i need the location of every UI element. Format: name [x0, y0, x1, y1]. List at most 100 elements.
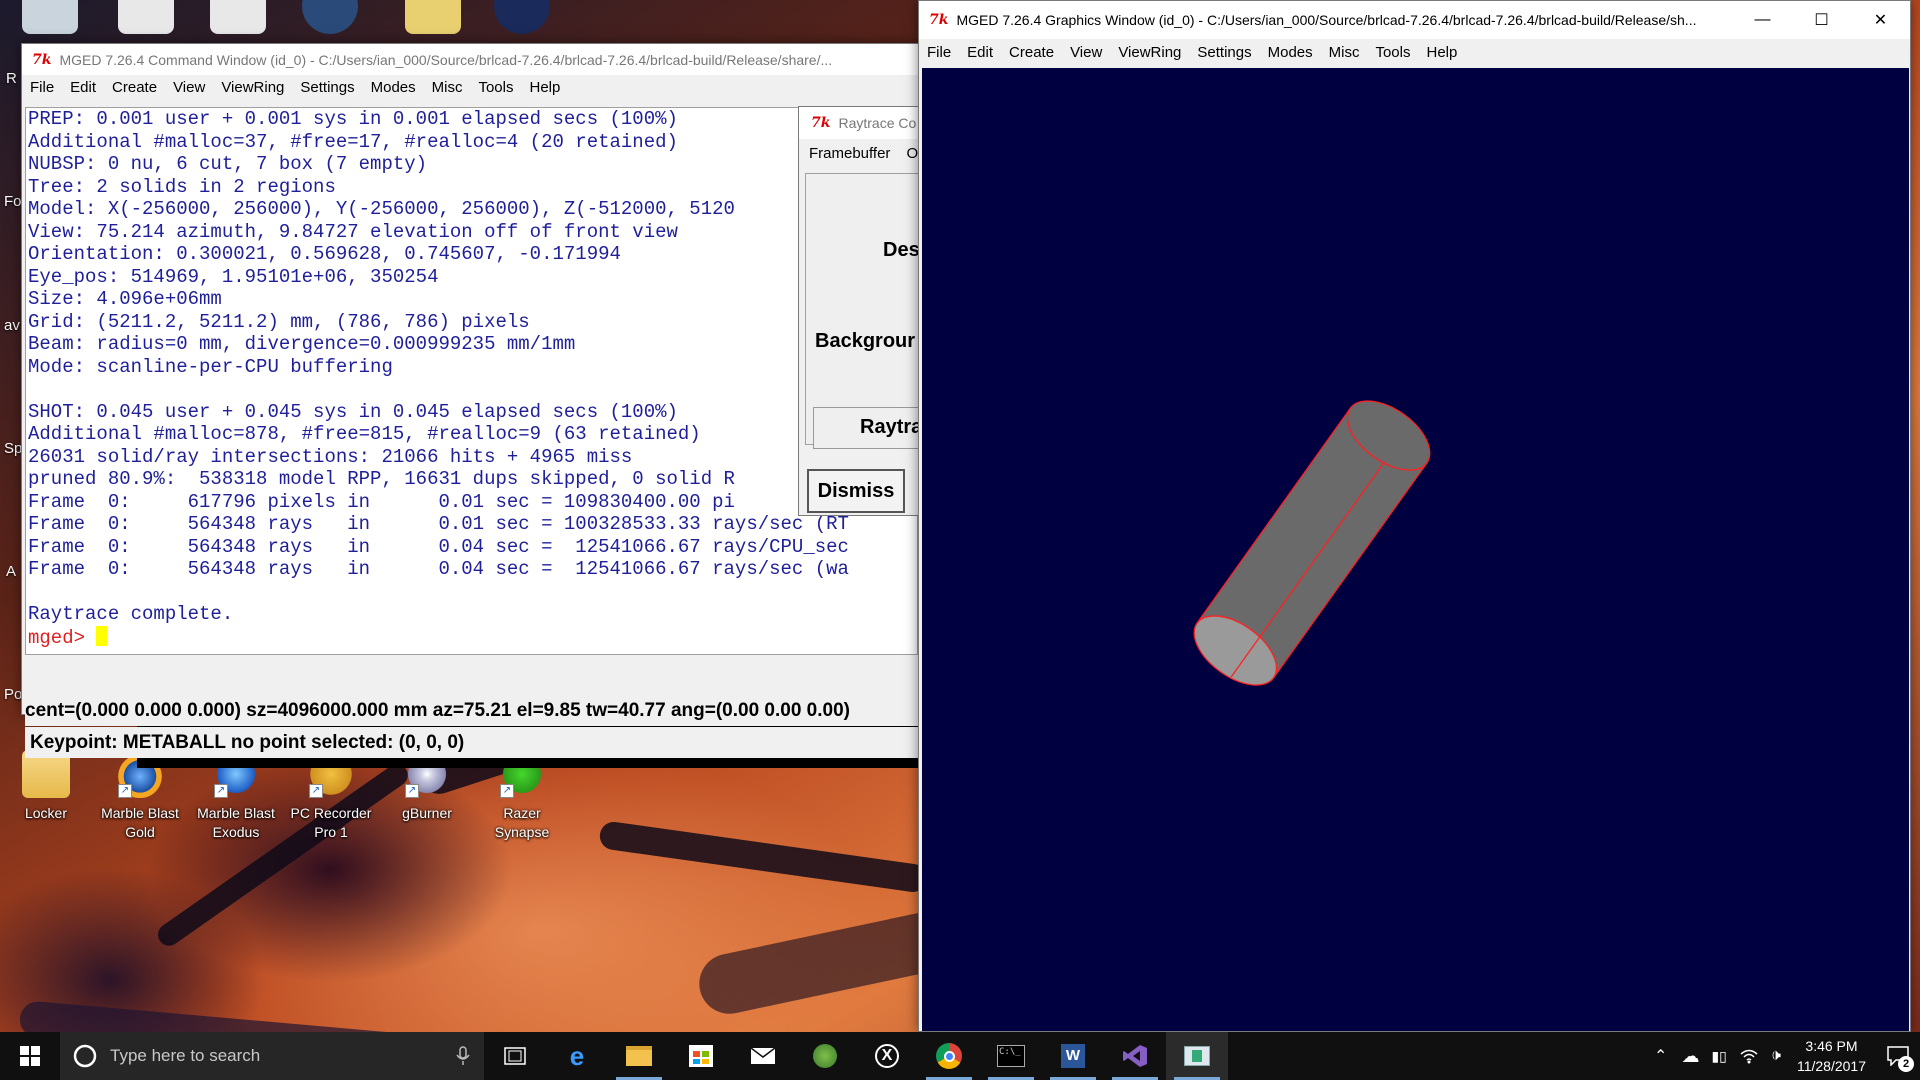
maximize-button[interactable]: ☐ — [1792, 1, 1851, 39]
taskbar-app-file-explorer[interactable] — [608, 1032, 670, 1080]
taskbar-app-xbox[interactable]: X — [856, 1032, 918, 1080]
menu-modes[interactable]: Modes — [363, 79, 424, 96]
console-line: Frame 0: 617796 pixels in 0.01 sec = 109… — [28, 490, 735, 513]
start-button[interactable] — [0, 1032, 60, 1080]
volume-icon[interactable]: 🕩 — [1765, 1047, 1787, 1065]
menu-create[interactable]: Create — [104, 79, 165, 96]
command-console[interactable]: PREP: 0.001 user + 0.001 sys in 0.001 el… — [25, 107, 918, 655]
partial-icon-label: Po — [4, 686, 23, 703]
text-cursor — [96, 625, 108, 646]
media-player-icon[interactable] — [494, 0, 550, 34]
menu-modes[interactable]: Modes — [1260, 44, 1321, 61]
menu-help[interactable]: Help — [1419, 44, 1466, 61]
app-shortcut-icon[interactable] — [118, 0, 174, 34]
close-button[interactable]: ✕ — [1851, 1, 1910, 39]
raytrace-control-dialog[interactable]: 7k Raytrace Co Framebuffer O Des Backgro… — [798, 106, 918, 516]
taskbar-search-box[interactable]: Type here to search — [60, 1032, 484, 1080]
mged-command-window[interactable]: 7k MGED 7.26.4 Command Window (id_0) - C… — [21, 43, 919, 758]
menu-tools[interactable]: Tools — [1367, 44, 1418, 61]
taskbar-app-tree[interactable] — [794, 1032, 856, 1080]
recycle-bin-icon[interactable] — [22, 0, 78, 34]
notes-icon[interactable] — [405, 0, 461, 34]
menu-view[interactable]: View — [1062, 44, 1110, 61]
command-window-title: MGED 7.26.4 Command Window (id_0) - C:/U… — [59, 51, 833, 68]
menu-viewring[interactable]: ViewRing — [1110, 44, 1189, 61]
onedrive-cloud-icon[interactable]: ☁ — [1675, 1046, 1705, 1067]
wifi-icon[interactable] — [1739, 1048, 1759, 1064]
clock-date: 11/28/2017 — [1796, 1058, 1866, 1074]
file-explorer-icon — [626, 1046, 652, 1066]
graphics-viewport[interactable] — [922, 68, 1909, 1031]
taskbar-app-mail[interactable] — [732, 1032, 794, 1080]
tk-logo-icon: 7k — [32, 51, 52, 68]
cortana-icon — [73, 1044, 97, 1068]
menu-help[interactable]: Help — [522, 79, 569, 96]
taskbar-app-store[interactable] — [670, 1032, 732, 1080]
menu-settings[interactable]: Settings — [292, 79, 362, 96]
settings-gear-icon[interactable] — [302, 0, 358, 34]
taskbar-clock[interactable]: 3:46 PM 11/28/2017 — [1787, 1036, 1876, 1076]
search-placeholder: Type here to search — [110, 1046, 261, 1065]
console-line: Additional #malloc=878, #free=815, #real… — [28, 423, 701, 445]
wallpaper-shape — [18, 1000, 440, 1032]
console-prompt-line[interactable]: mged> — [28, 625, 917, 650]
battery-icon[interactable]: ▮▯ — [1705, 1048, 1732, 1065]
console-line: 26031 solid/ray intersections: 21066 hit… — [28, 445, 633, 468]
menu-edit[interactable]: Edit — [959, 44, 1001, 61]
raytrace-dialog-titlebar[interactable]: 7k Raytrace Co — [799, 107, 918, 139]
raytrace-button[interactable]: Raytra — [813, 407, 918, 449]
taskbar: Type here to search e X C:\_ W ⌃ ☁ ▮▯ 🕩 … — [0, 1032, 1920, 1080]
partial-icon-label: R — [6, 70, 17, 87]
raytrace-settings-panel — [805, 173, 918, 445]
menu-framebuffer[interactable]: Framebuffer — [809, 145, 890, 162]
graphics-window-title: MGED 7.26.4 Graphics Window (id_0) - C:/… — [956, 12, 1697, 28]
command-prompt-icon: C:\_ — [997, 1045, 1025, 1067]
taskbar-app-visual-studio[interactable] — [1104, 1032, 1166, 1080]
menu-create[interactable]: Create — [1001, 44, 1062, 61]
shortcut-arrow-icon: ↗ — [118, 784, 132, 798]
desktop-icon-label: Locker — [24, 805, 68, 821]
console-line: Orientation: 0.300021, 0.569628, 0.74560… — [28, 243, 621, 265]
console-line: Frame 0: 564348 rays in 0.04 sec = 12541… — [28, 535, 849, 558]
shortcut-arrow-icon: ↗ — [405, 784, 419, 798]
taskbar-app-word[interactable]: W — [1042, 1032, 1104, 1080]
menu-file[interactable]: File — [22, 79, 62, 96]
desktop-icon-label: Marble Blast Gold — [101, 805, 179, 840]
system-tray: ⌃ ☁ ▮▯ 🕩 3:46 PM 11/28/2017 2 — [1646, 1032, 1920, 1080]
console-line: Frame 0: 564348 rays in 0.04 sec = 12541… — [28, 558, 849, 580]
graphics-window-titlebar[interactable]: 7k MGED 7.26.4 Graphics Window (id_0) - … — [919, 1, 1910, 39]
console-line: View: 75.214 azimuth, 9.84727 elevation … — [28, 220, 678, 243]
shortcut-arrow-icon: ↗ — [500, 784, 514, 798]
mail-icon — [750, 1047, 776, 1064]
taskbar-app-command-prompt[interactable]: C:\_ — [980, 1032, 1042, 1080]
partial-icon-label: Sp — [4, 440, 23, 457]
tk-logo-icon: 7k — [929, 12, 949, 28]
microphone-icon[interactable] — [456, 1046, 470, 1066]
mged-graphics-window[interactable]: 7k MGED 7.26.4 Graphics Window (id_0) - … — [918, 0, 1911, 1032]
menu-objects[interactable]: O — [906, 145, 918, 162]
task-view-button[interactable] — [484, 1032, 546, 1080]
console-line: pruned 80.9%: 538318 model RPP, 16631 du… — [28, 468, 735, 490]
menu-view[interactable]: View — [165, 79, 213, 96]
dismiss-button[interactable]: Dismiss — [807, 469, 905, 513]
taskbar-app-mged[interactable] — [1166, 1032, 1228, 1080]
menu-misc[interactable]: Misc — [1321, 44, 1368, 61]
taskbar-app-chrome[interactable] — [918, 1032, 980, 1080]
desktop-icon-locker[interactable]: Locker — [0, 750, 92, 823]
minimize-button[interactable]: — — [1733, 1, 1792, 39]
console-line: Size: 4.096e+06mm — [28, 288, 222, 310]
menu-settings[interactable]: Settings — [1189, 44, 1259, 61]
menu-tools[interactable]: Tools — [470, 79, 521, 96]
command-window-titlebar[interactable]: 7k MGED 7.26.4 Command Window (id_0) - C… — [22, 44, 918, 75]
menu-misc[interactable]: Misc — [424, 79, 471, 96]
keypoint-status-line: Keypoint: METABALL no point selected: (0… — [25, 727, 918, 758]
action-center-button[interactable]: 2 — [1876, 1032, 1920, 1080]
taskbar-app-edge[interactable]: e — [546, 1032, 608, 1080]
menu-edit[interactable]: Edit — [62, 79, 104, 96]
chevron-up-icon[interactable]: ⌃ — [1646, 1046, 1675, 1066]
menu-file[interactable]: File — [919, 44, 959, 61]
app-shortcut-icon[interactable] — [210, 0, 266, 34]
store-icon — [689, 1045, 713, 1067]
menu-viewring[interactable]: ViewRing — [213, 79, 292, 96]
